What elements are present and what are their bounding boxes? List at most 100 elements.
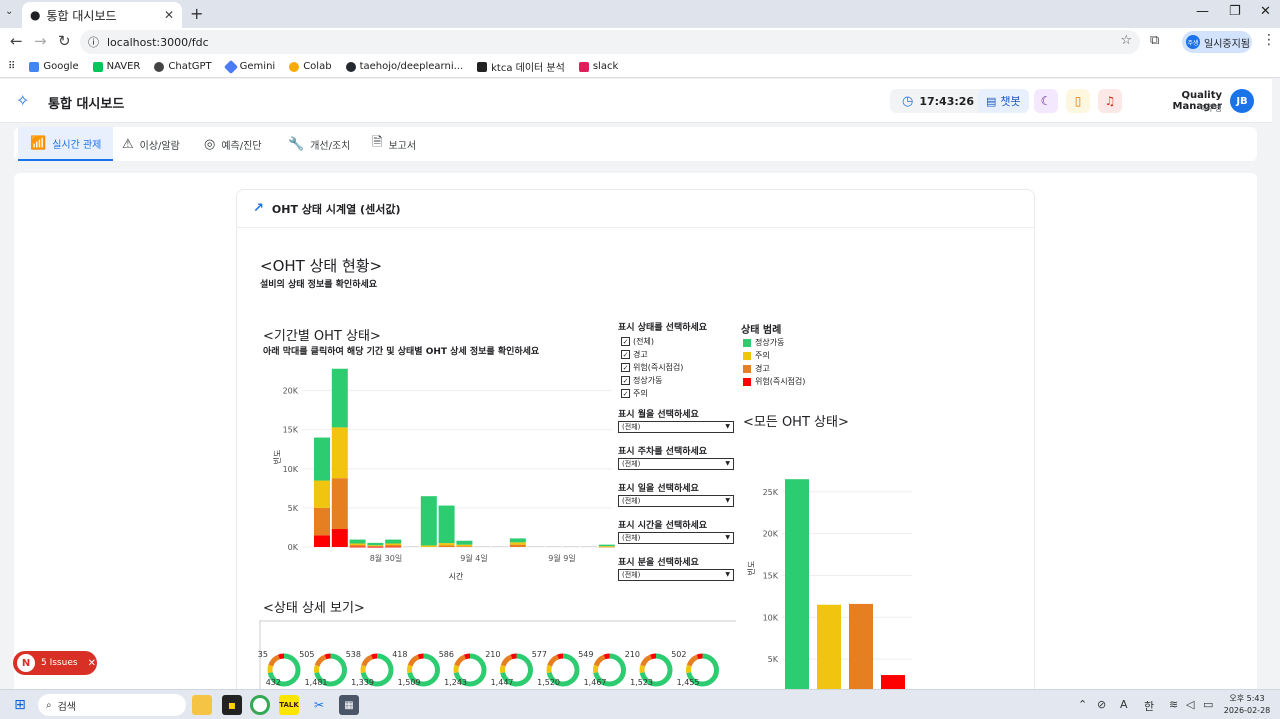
period-bar-segment[interactable]: [367, 546, 384, 548]
kakaotalk-icon[interactable]: TALK: [279, 695, 299, 715]
period-bar-segment[interactable]: [314, 437, 330, 481]
back-icon[interactable]: ←: [10, 32, 23, 50]
apps-grid-icon[interactable]: ⠿: [8, 61, 15, 72]
period-bars[interactable]: [314, 368, 615, 548]
period-bar-segment[interactable]: [420, 545, 437, 547]
period-bar-empty[interactable]: [581, 546, 597, 547]
tab-realtime[interactable]: 📶 실시간 관제: [18, 127, 114, 161]
period-bar-segment[interactable]: [367, 542, 384, 546]
period-bar-segment[interactable]: [349, 543, 366, 546]
period-bar-empty[interactable]: [563, 546, 580, 547]
tab-report[interactable]: 🗎 보고서: [360, 127, 428, 161]
period-bar-segment[interactable]: [349, 539, 366, 544]
period-bar-segment[interactable]: [509, 538, 526, 543]
status-checkbox-all[interactable]: ✓ (전체): [621, 335, 683, 348]
issues-close-icon[interactable]: ✕: [88, 658, 96, 669]
bookmark-notion[interactable]: ktca 데이터 분석: [477, 59, 565, 74]
network-off-icon[interactable]: ⊘: [1097, 698, 1106, 711]
period-bar-segment[interactable]: [456, 546, 473, 548]
period-bar-segment[interactable]: [331, 529, 348, 547]
period-bar-segment[interactable]: [385, 545, 402, 547]
period-bar-segment[interactable]: [385, 546, 402, 548]
snipping-tool-icon[interactable]: ✂: [309, 695, 329, 715]
hour-select[interactable]: (전체) ▼: [618, 532, 734, 544]
ime-mode[interactable]: A: [1120, 698, 1128, 711]
status-checkbox-normal[interactable]: ✓ 정상가동: [621, 374, 683, 387]
tab-close-icon[interactable]: ✕: [164, 8, 174, 22]
period-bar-segment[interactable]: [385, 543, 402, 546]
period-bar-segment[interactable]: [314, 507, 330, 536]
new-tab-icon[interactable]: +: [190, 4, 203, 23]
all-status-bar-chart[interactable]: 5K 10K 15K 20K 25K 빈도: [742, 440, 918, 689]
tray-overflow-icon[interactable]: ⌃: [1078, 698, 1087, 711]
period-bar-segment[interactable]: [385, 539, 402, 544]
bookmark-github[interactable]: taehojo/deeplearni...: [345, 61, 463, 72]
period-bar-segment[interactable]: [598, 544, 615, 547]
document-button[interactable]: ▯: [1066, 89, 1090, 113]
browser-menu-icon[interactable]: ⋮: [1262, 32, 1276, 48]
restore-icon[interactable]: ❐: [1229, 4, 1241, 19]
period-bar-segment[interactable]: [331, 478, 348, 530]
period-bar-segment[interactable]: [314, 480, 330, 508]
period-bar-segment[interactable]: [420, 496, 437, 546]
bookmark-colab[interactable]: Colab: [289, 61, 332, 72]
period-bar-segment[interactable]: [509, 542, 526, 545]
profile-chip[interactable]: 주생 일시중지됨: [1182, 31, 1252, 53]
tab-alarm[interactable]: ⚠ 이상/알람: [110, 127, 192, 161]
reload-icon[interactable]: ↻: [58, 32, 71, 50]
period-bar-empty[interactable]: [545, 546, 562, 547]
chatbot-button[interactable]: ▤ 챗봇: [978, 89, 1029, 113]
file-explorer-icon[interactable]: [192, 695, 212, 715]
day-select[interactable]: (전체) ▼: [618, 495, 734, 507]
forward-icon[interactable]: →: [34, 32, 47, 50]
taskbar-search[interactable]: ⌕ 검색: [38, 694, 186, 716]
period-bar-segment[interactable]: [367, 545, 384, 547]
period-bar-empty[interactable]: [527, 546, 544, 547]
period-bar-segment[interactable]: [438, 505, 455, 544]
tab-prediction[interactable]: ◎ 예측/진단: [192, 127, 274, 161]
all-status-bar[interactable]: [817, 604, 841, 689]
user-avatar[interactable]: JB: [1230, 89, 1254, 113]
calculator-icon[interactable]: ▦: [339, 695, 359, 715]
period-bar-segment[interactable]: [598, 546, 615, 548]
browser-tab[interactable]: ● 통합 대시보드 ✕: [22, 2, 182, 28]
issues-badge[interactable]: N 5 Issues ✕: [13, 651, 97, 675]
month-select[interactable]: (전체) ▼: [618, 421, 734, 433]
period-bar-segment[interactable]: [349, 546, 366, 548]
status-checkbox-caution[interactable]: ✓ 주의: [621, 387, 683, 400]
period-bar-segment[interactable]: [456, 540, 473, 545]
status-checkbox-danger[interactable]: ✓ 위험(즉시점검): [621, 361, 683, 374]
period-bar-segment[interactable]: [438, 543, 455, 546]
battery-icon[interactable]: ▭: [1203, 698, 1213, 711]
bookmark-gemini[interactable]: Gemini: [223, 59, 275, 74]
bookmark-naver[interactable]: NAVER: [92, 61, 140, 72]
chrome-icon[interactable]: [250, 695, 270, 715]
bookmark-google[interactable]: Google: [29, 61, 79, 72]
tab-list-chevron-icon[interactable]: ⌄: [5, 6, 13, 17]
close-window-icon[interactable]: ✕: [1260, 4, 1271, 19]
period-bar-segment[interactable]: [349, 545, 366, 547]
taskbar-clock[interactable]: 오후 5:43 2026-02-28: [1222, 693, 1272, 717]
wifi-icon[interactable]: ≋: [1169, 698, 1178, 711]
period-bar-segment[interactable]: [331, 427, 348, 479]
status-checkbox-warning[interactable]: ✓ 경고: [621, 348, 683, 361]
period-bar-empty[interactable]: [492, 546, 508, 547]
period-bar-empty[interactable]: [474, 546, 491, 547]
donut-group[interactable]: 435 432 505 1,481 538 1,339 418 1,509 586 1,243 21…: [258, 650, 719, 687]
all-status-bars[interactable]: [785, 479, 905, 689]
windows-start-icon[interactable]: ⊞: [10, 695, 30, 715]
all-status-bar[interactable]: [785, 479, 809, 689]
bookmark-chatgpt[interactable]: ChatGPT: [154, 61, 212, 72]
extensions-icon[interactable]: ⧉: [1150, 33, 1159, 48]
address-bar[interactable]: ⓘ localhost:3000/fdc ☆: [80, 30, 1140, 54]
period-bar-chart[interactable]: 0K 5K 10K 15K 20K 8월 30일 9월 4일 9월 9일 빈도 시간: [260, 355, 616, 585]
week-select[interactable]: (전체) ▼: [618, 458, 734, 470]
dark-mode-button[interactable]: ☾: [1034, 89, 1058, 113]
app-logo-icon[interactable]: ✧: [16, 91, 36, 111]
period-bar-empty[interactable]: [403, 546, 419, 547]
period-bar-segment[interactable]: [367, 545, 384, 547]
period-bar-segment[interactable]: [438, 545, 455, 547]
bookmark-slack[interactable]: slack: [578, 61, 618, 72]
all-status-bar[interactable]: [849, 603, 873, 689]
volume-icon[interactable]: ◁: [1186, 698, 1194, 711]
